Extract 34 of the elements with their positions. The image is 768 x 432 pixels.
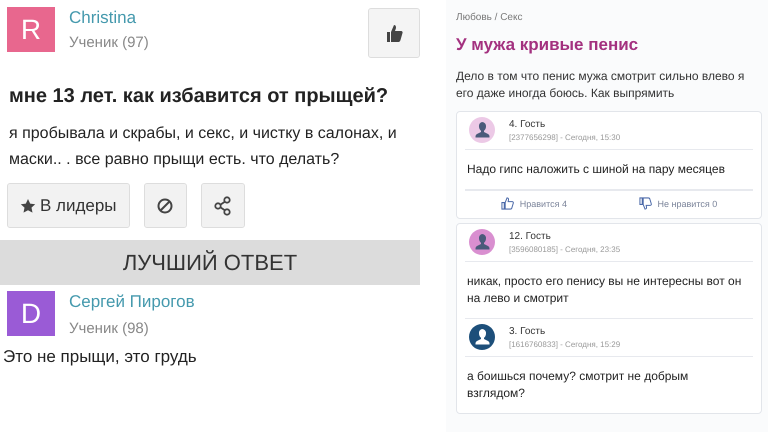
answer-text: Это не прыщи, это грудь [2,346,198,367]
question-text: я пробывала и скрабы, и секс, и чистку в салонах, и маски.. . все равно прыщи есть. что делать? [8,124,398,170]
thumbs-up-icon [385,23,403,43]
author-rank: Ученик (97) [69,34,150,51]
thumbs-down-icon [638,197,652,210]
like-button[interactable] [368,8,420,58]
like-button[interactable]: Нравится 4 [500,197,567,210]
topic-text: Дело в том что пенис мужа смотрит сильно влево я его даже иногда боюсь. Как выпрямить [456,68,746,102]
author-name[interactable]: Сергей Пирогов [69,292,420,312]
author-rank: Ученик (98) [69,320,150,337]
action-button[interactable]: В лидеры [7,183,130,228]
action-button[interactable] [144,183,187,228]
comment-text: а боишься почему? смотрит не добрым взглядом? [466,368,690,402]
star-icon [20,198,36,214]
dislike-button[interactable]: Не нравится 0 [638,197,718,210]
comment-author: 4. Гость [509,118,546,130]
comment-meta: [3596080185] - Сегодня, 23:35 [509,244,620,254]
comment-meta: [2377656298] - Сегодня, 15:30 [509,132,620,142]
share-icon [214,196,232,216]
action-button[interactable] [200,183,245,228]
comment-author: 3. Гость [509,326,546,336]
best-answer-heading: ЛУЧШИЙ ОТВЕТ [122,250,298,276]
avatar: D [7,291,55,336]
comment-text: никак, просто его пенису вы не интересны вот он на лево и смотрит [466,273,742,307]
topic-title: У мужа кривые пенис [456,35,640,55]
breadcrumb[interactable]: Любовь / Секс [456,12,762,23]
comment-meta: [1616760833] - Сегодня, 15:29 [509,340,620,348]
avatar: R [7,7,55,52]
question-title: мне 13 лет. как избавится от прыщей? [8,84,390,109]
block-icon [157,198,174,214]
comment-text: Надо гипс наложить с шиной на пару месяцев [466,161,726,178]
author-name[interactable]: Christina [69,8,354,28]
comment-author: 12. Гость [509,230,552,242]
thumbs-up-icon [500,197,514,210]
